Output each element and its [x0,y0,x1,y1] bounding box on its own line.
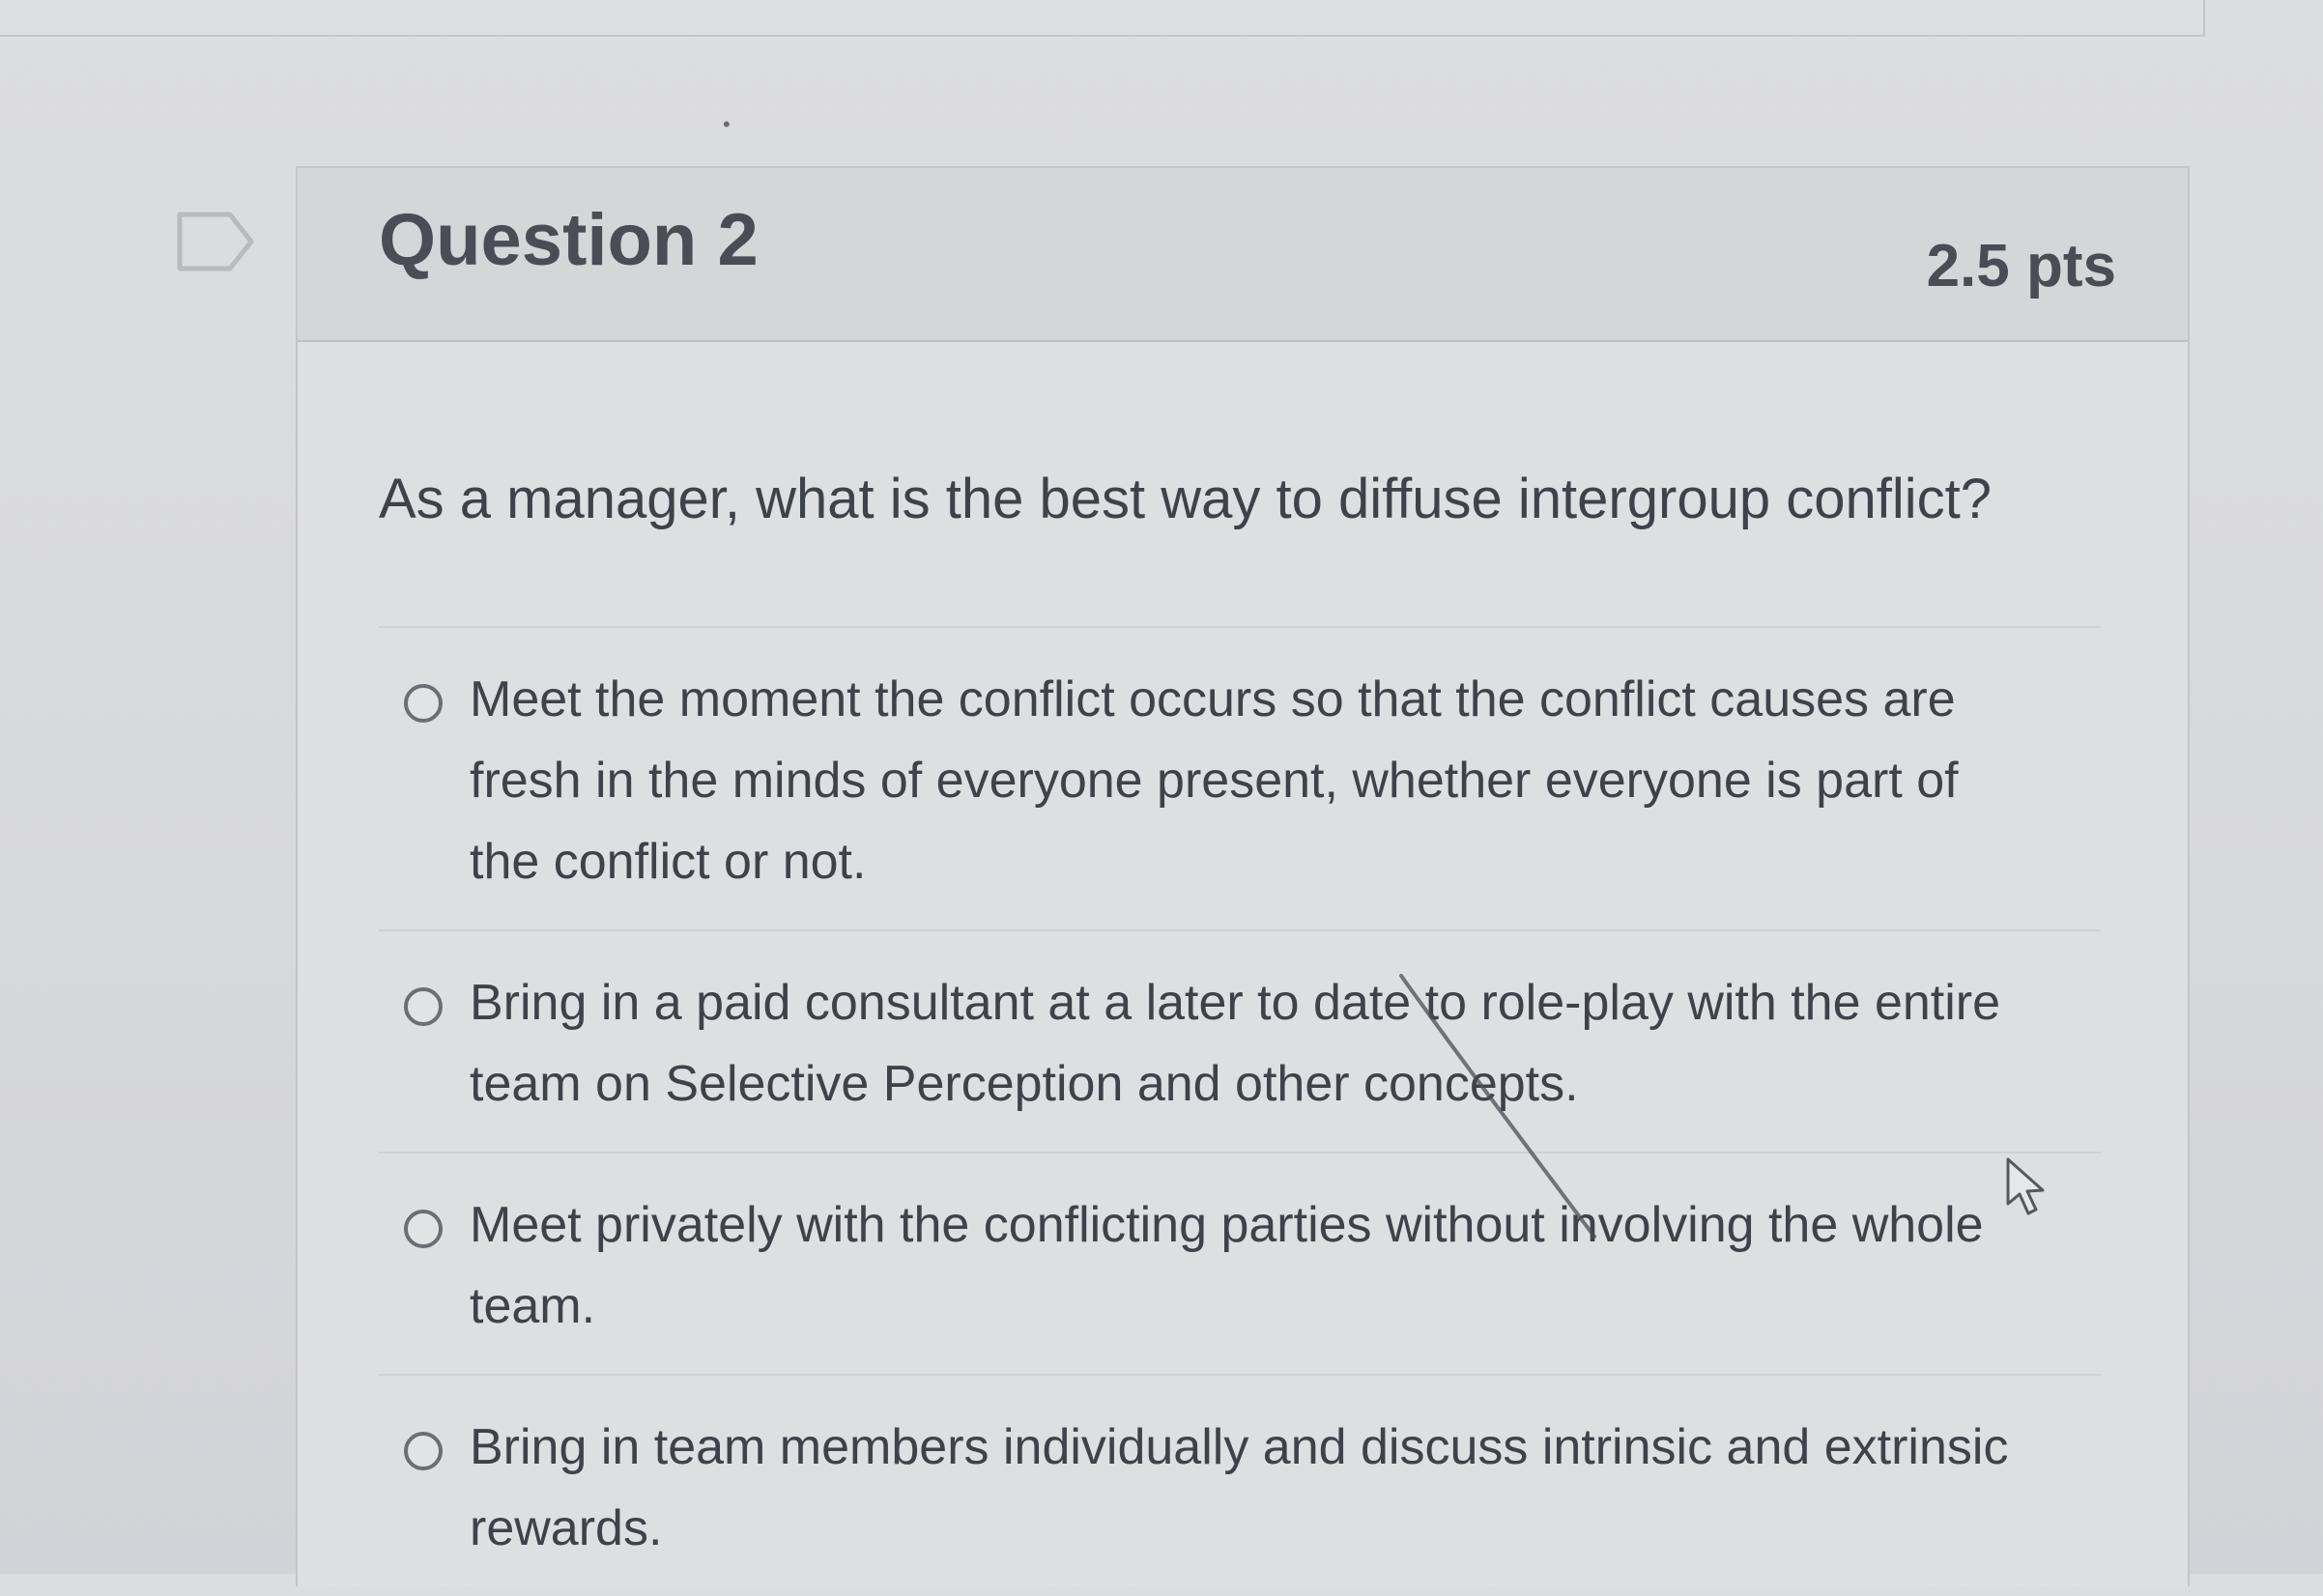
question-text: As a manager, what is the best way to di… [379,466,2101,628]
question-header: Question 2 2.5 pts [298,168,2188,342]
answer-option-2[interactable]: Bring in a paid consultant at a later to… [379,931,2101,1154]
stray-mark: • [723,112,731,136]
answer-label[interactable]: Meet the moment the conflict occurs so t… [470,659,2035,902]
question-card: Question 2 2.5 pts As a manager, what is… [296,166,2190,1586]
mouse-pointer-icon [2002,1155,2052,1219]
answer-label[interactable]: Bring in a paid consultant at a later to… [470,962,2035,1125]
answer-option-3[interactable]: Meet privately with the conflicting part… [379,1154,2101,1376]
question-body: As a manager, what is the best way to di… [298,466,2188,1596]
question-points: 2.5 pts [1926,232,2116,299]
top-strip [0,0,2205,37]
question-title: Question 2 [379,198,759,281]
answer-list: Meet the moment the conflict occurs so t… [379,628,2101,1596]
radio-icon[interactable] [404,986,443,1026]
answer-option-1[interactable]: Meet the moment the conflict occurs so t… [379,628,2101,931]
answer-label[interactable]: Bring in team members individually and d… [470,1407,2035,1569]
radio-icon[interactable] [404,1209,443,1248]
radio-icon[interactable] [404,1431,443,1470]
answer-label[interactable]: Meet privately with the conflicting part… [470,1184,2035,1347]
flag-question-icon[interactable] [176,211,257,272]
radio-icon[interactable] [404,683,443,723]
answer-option-4[interactable]: Bring in team members individually and d… [379,1376,2101,1596]
